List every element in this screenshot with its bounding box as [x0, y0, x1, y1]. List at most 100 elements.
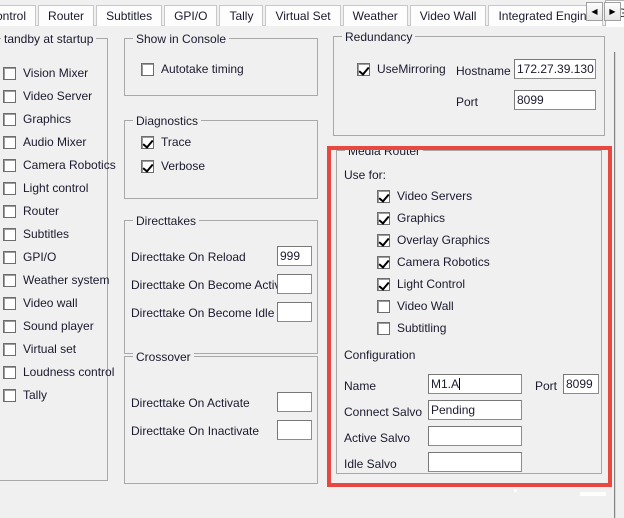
checkbox-label: Sound player: [23, 319, 94, 333]
checkbox-audio-mixer[interactable]: Audio Mixer: [3, 135, 86, 149]
checkbox-subtitling[interactable]: Subtitling: [377, 321, 446, 335]
tab-label: Virtual Set: [275, 9, 331, 23]
mr-port-input[interactable]: 8099: [563, 374, 599, 394]
checkbox-router[interactable]: Router: [3, 204, 59, 218]
checkbox-box[interactable]: [3, 66, 16, 80]
checkbox-loudness-control[interactable]: Loudness control: [3, 365, 114, 379]
tab-nt-control[interactable]: nt Control: [0, 5, 37, 26]
idle-salvo-input[interactable]: [428, 452, 522, 472]
tab-scroll-left-button[interactable]: ◀: [586, 2, 603, 21]
tab-label: nt Control: [0, 9, 27, 23]
checkbox-overlay-graphics[interactable]: Overlay Graphics: [377, 233, 490, 247]
group-legend: Show in Console: [133, 32, 230, 46]
checkbox-tally[interactable]: Tally: [3, 388, 47, 402]
directtake-on-become-active-input[interactable]: [277, 274, 312, 294]
tab-router[interactable]: Router: [38, 5, 95, 26]
checkbox-label: Weather system: [23, 273, 110, 287]
checkbox-mr-light-control[interactable]: Light Control: [377, 277, 465, 291]
checkbox-box[interactable]: [3, 296, 16, 310]
checkbox-gpio[interactable]: GPI/O: [3, 250, 56, 264]
checkbox-box[interactable]: [3, 89, 16, 103]
idle-salvo-label: Idle Salvo: [344, 457, 397, 471]
tab-weather[interactable]: Weather: [342, 5, 408, 26]
checkbox-autotake-timing[interactable]: Autotake timing: [141, 62, 244, 76]
checkbox-box[interactable]: [3, 135, 16, 149]
tab-bar: nt Control Router Subtitles GPI/O Tally …: [0, 0, 624, 27]
checkbox-subtitles[interactable]: Subtitles: [3, 227, 69, 241]
checkbox-sound-player[interactable]: Sound player: [3, 319, 94, 333]
checkbox-virtual-set[interactable]: Virtual set: [3, 342, 76, 356]
active-salvo-input[interactable]: [428, 426, 522, 446]
settings-panel: tandby at startup Vision Mixer Video Ser…: [0, 26, 624, 518]
tab-label: Subtitles: [106, 9, 153, 23]
checkbox-box[interactable]: [3, 181, 16, 195]
checkbox-graphics[interactable]: Graphics: [3, 112, 71, 126]
hostname-input[interactable]: 172.27.39.130: [514, 59, 596, 79]
directtake-on-activate-input[interactable]: [277, 392, 312, 412]
checkbox-vision-mixer[interactable]: Vision Mixer: [3, 66, 88, 80]
connect-salvo-input[interactable]: Pending: [428, 400, 522, 420]
checkbox-camera-robotics[interactable]: Camera Robotics: [3, 158, 116, 172]
checkbox-box[interactable]: [357, 62, 370, 76]
checkbox-label: Light control: [23, 181, 89, 195]
tab-scroll-right-button[interactable]: ▶: [604, 2, 621, 21]
checkbox-box[interactable]: [141, 159, 154, 173]
checkbox-trace[interactable]: Trace: [141, 135, 191, 149]
checkbox-box[interactable]: [3, 319, 16, 333]
tab-label: Video Wall: [419, 9, 477, 23]
use-for-label: Use for:: [344, 168, 387, 182]
checkbox-light-control[interactable]: Light control: [3, 181, 88, 195]
checkbox-box[interactable]: [3, 273, 16, 287]
mr-name-input[interactable]: M1.A: [428, 374, 522, 394]
checkbox-label: Loudness control: [23, 365, 115, 379]
checkbox-box[interactable]: [3, 365, 16, 379]
tab-subtitles[interactable]: Subtitles: [96, 5, 163, 26]
checkbox-box[interactable]: [3, 250, 16, 264]
checkbox-box[interactable]: [3, 388, 16, 402]
redundancy-port-input[interactable]: 8099: [514, 90, 596, 110]
checkbox-box[interactable]: [3, 158, 16, 172]
directtake-on-reload-input[interactable]: 999: [277, 246, 312, 266]
tab-list: nt Control Router Subtitles GPI/O Tally …: [0, 0, 624, 26]
mr-name-label: Name: [344, 379, 377, 393]
checkbox-verbose[interactable]: Verbose: [141, 159, 205, 173]
checkbox-box[interactable]: [377, 299, 390, 313]
group-legend: tandby at startup: [1, 32, 97, 46]
tab-virtual-set[interactable]: Virtual Set: [265, 5, 341, 26]
checkbox-box[interactable]: [377, 255, 390, 269]
checkbox-mr-graphics[interactable]: Graphics: [377, 211, 445, 225]
scroll-artifact-dot: [514, 489, 517, 492]
checkbox-video-server[interactable]: Video Server: [3, 89, 92, 103]
checkbox-box[interactable]: [377, 211, 390, 225]
tab-tally[interactable]: Tally: [219, 5, 264, 26]
checkbox-mr-video-wall[interactable]: Video Wall: [377, 299, 454, 313]
checkbox-box[interactable]: [377, 189, 390, 203]
checkbox-label: GPI/O: [23, 250, 57, 264]
checkbox-box[interactable]: [377, 321, 390, 335]
checkbox-label: Tally: [23, 388, 48, 402]
checkbox-box[interactable]: [3, 227, 16, 241]
checkbox-box[interactable]: [3, 204, 16, 218]
tab-label: Router: [48, 9, 85, 23]
checkbox-mr-camera-robotics[interactable]: Camera Robotics: [377, 255, 490, 269]
directtake-on-inactivate-input[interactable]: [277, 420, 312, 440]
checkbox-box[interactable]: [3, 342, 16, 356]
checkbox-box[interactable]: [3, 112, 16, 126]
group-legend: Crossover: [133, 350, 194, 364]
tab-video-wall[interactable]: Video Wall: [409, 5, 487, 26]
group-legend: Redundancy: [342, 30, 416, 44]
checkbox-box[interactable]: [141, 62, 154, 76]
checkbox-label: Audio Mixer: [23, 135, 87, 149]
checkbox-box[interactable]: [141, 135, 154, 149]
directtake-on-become-idle-input[interactable]: [277, 302, 312, 322]
checkbox-use-mirroring[interactable]: UseMirroring: [357, 62, 446, 76]
scroll-artifact-bar: [580, 492, 606, 496]
redundancy-group: Redundancy: [333, 30, 605, 136]
tab-gpio[interactable]: GPI/O: [164, 5, 218, 26]
checkbox-video-wall[interactable]: Video wall: [3, 296, 77, 310]
checkbox-video-servers[interactable]: Video Servers: [377, 189, 472, 203]
checkbox-box[interactable]: [377, 277, 390, 291]
checkbox-label: Verbose: [161, 159, 206, 173]
checkbox-weather-system[interactable]: Weather system: [3, 273, 109, 287]
checkbox-box[interactable]: [377, 233, 390, 247]
